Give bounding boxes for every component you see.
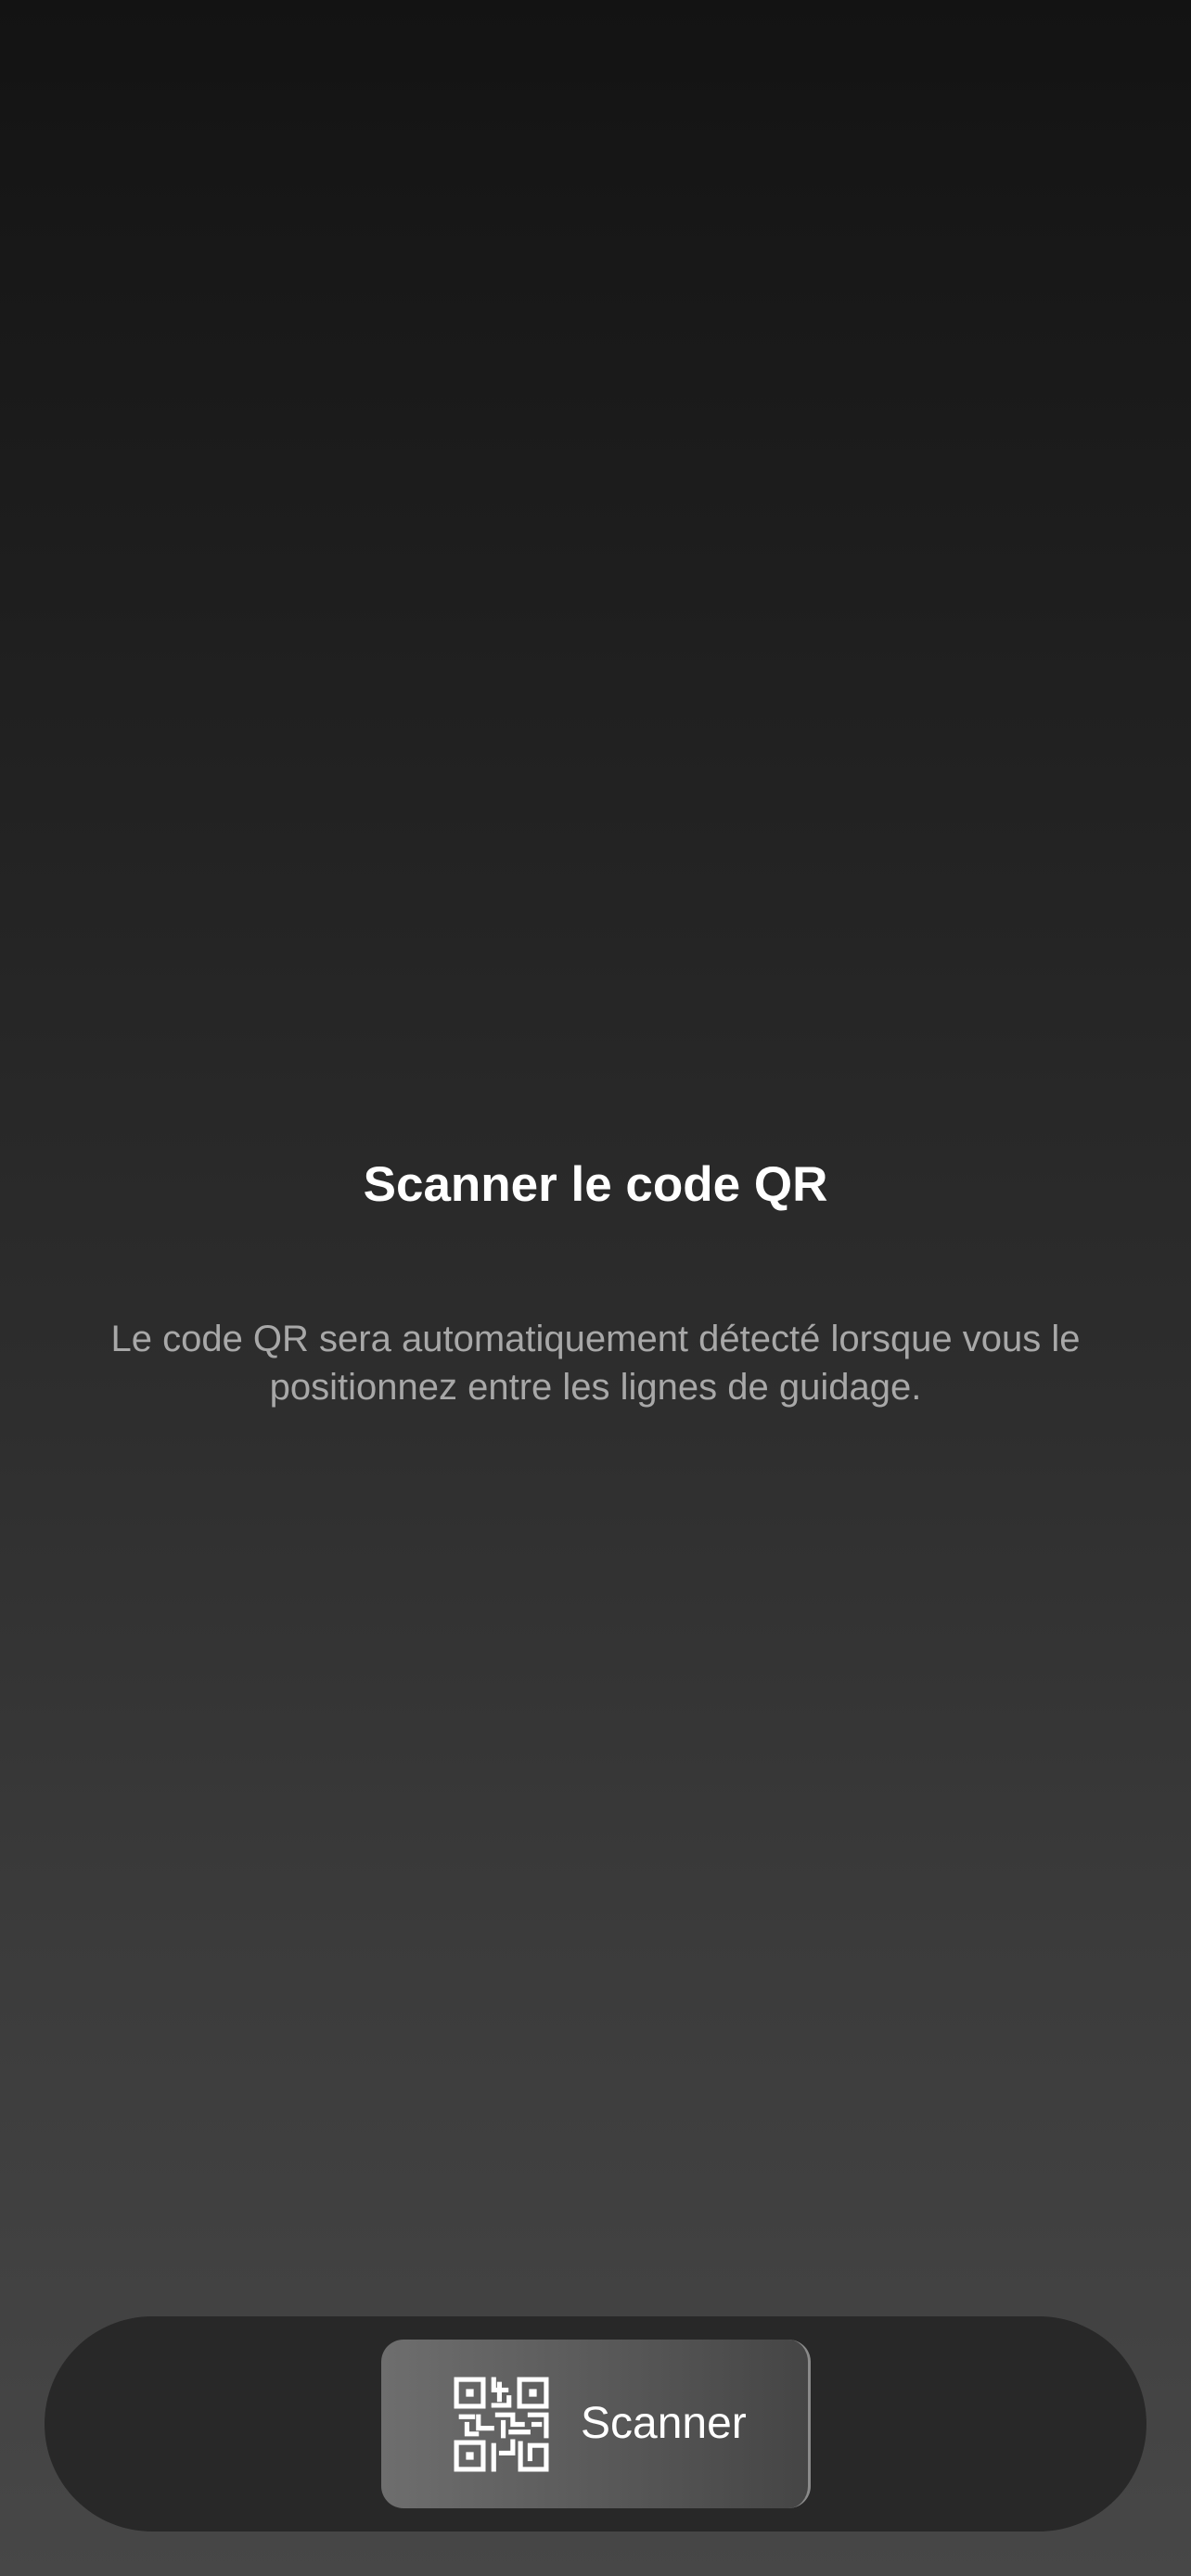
qr-code-icon [454,2377,549,2471]
instructions-text: Le code QR sera automatiquement détecté … [110,1319,1081,1408]
scan-button[interactable]: Scanner [381,2340,811,2508]
scan-button-label: Scanner [581,2399,747,2448]
scan-screen: Scanner le code QR Le code QR sera autom… [0,0,1191,2576]
page-title: Scanner le code QR [363,1157,828,1212]
